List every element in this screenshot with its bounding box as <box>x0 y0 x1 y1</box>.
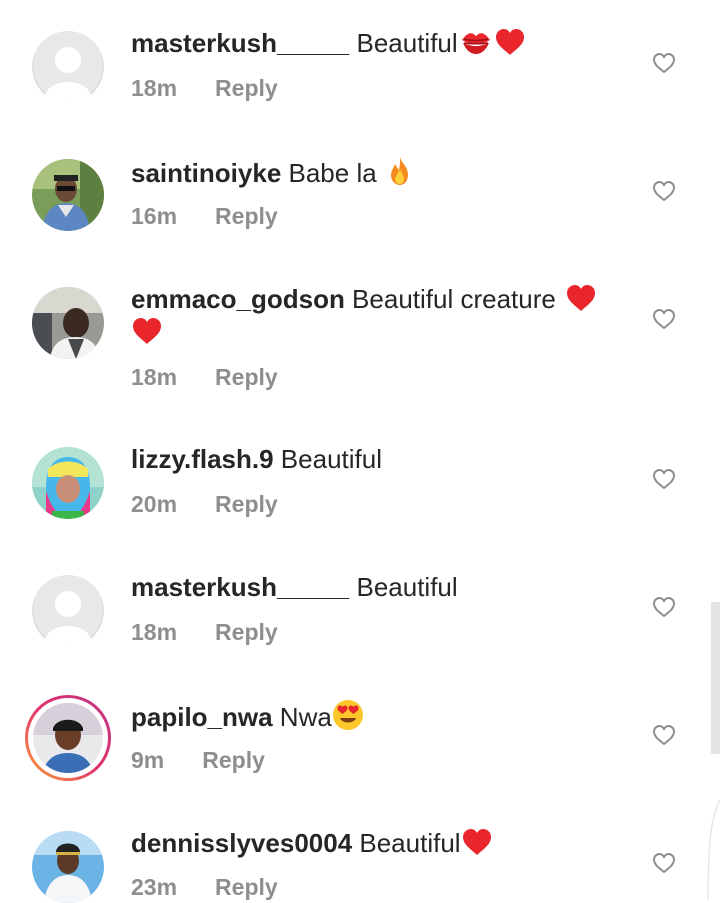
user-photo-icon <box>32 287 104 359</box>
comment-text: saintinoiyke Babe la <box>131 155 631 190</box>
reply-button[interactable]: Reply <box>215 874 278 900</box>
comment-meta: 18m Reply <box>131 619 278 646</box>
heart-outline-icon[interactable] <box>652 308 676 330</box>
avatar[interactable] <box>32 831 104 903</box>
red-heart-icon <box>495 29 524 55</box>
fire-icon <box>390 157 408 185</box>
comment-time: 18m <box>131 75 178 101</box>
comment-body: Beautiful <box>349 28 458 58</box>
avatar[interactable] <box>32 31 104 103</box>
reply-button[interactable]: Reply <box>202 747 265 773</box>
red-heart-icon <box>567 285 596 311</box>
avatar[interactable] <box>32 575 104 647</box>
kiss-mark-icon <box>461 33 490 54</box>
story-ring-avatar-icon <box>25 695 111 781</box>
comment-meta: 20m Reply <box>131 491 278 518</box>
reply-button[interactable]: Reply <box>215 75 278 101</box>
avatar[interactable] <box>32 159 104 231</box>
heart-outline-icon[interactable] <box>652 724 676 746</box>
comment-text: dennisslyves0004 Beautiful <box>131 827 631 860</box>
comment-time: 9m <box>131 747 165 773</box>
comment-meta: 23m Reply <box>131 874 278 901</box>
heart-outline-icon[interactable] <box>652 596 676 618</box>
comment-username[interactable]: masterkush_____ <box>131 572 349 602</box>
avatar-story-ring[interactable] <box>25 695 111 781</box>
heart-outline-icon[interactable] <box>652 52 676 74</box>
comment-body: Beautiful <box>273 444 382 474</box>
heart-eyes-icon <box>332 700 363 730</box>
screen-edge-curve <box>707 800 720 900</box>
user-photo-icon <box>32 831 104 903</box>
comment-body: Beautiful <box>352 828 461 858</box>
avatar[interactable] <box>32 287 104 359</box>
reply-button[interactable]: Reply <box>215 491 278 517</box>
default-avatar-icon <box>32 575 104 647</box>
comment-text: papilo_nwa Nwa <box>131 699 631 734</box>
comment-username[interactable]: lizzy.flash.9 <box>131 444 274 474</box>
comment-body: Beautiful <box>349 572 458 602</box>
comment-text: masterkush_____ Beautiful <box>131 571 631 604</box>
comment-time: 18m <box>131 364 178 390</box>
comment-username[interactable]: masterkush_____ <box>131 28 349 58</box>
comment-username[interactable]: emmaco_godson <box>131 284 345 314</box>
comment-body: Nwa <box>272 702 332 732</box>
comment-username[interactable]: papilo_nwa <box>131 702 273 732</box>
default-avatar-icon <box>32 31 104 103</box>
comment-meta: 18m Reply <box>131 364 278 391</box>
avatar[interactable] <box>32 447 104 519</box>
comment-meta: 18m Reply <box>131 75 278 102</box>
red-heart-icon <box>462 829 491 855</box>
comment-body: Babe la <box>281 158 384 188</box>
user-photo-icon <box>32 447 104 519</box>
heart-outline-icon[interactable] <box>652 468 676 490</box>
reply-button[interactable]: Reply <box>215 203 278 229</box>
comment-time: 20m <box>131 491 178 517</box>
comment-text: masterkush_____ Beautiful <box>131 27 631 60</box>
comment-text: lizzy.flash.9 Beautiful <box>131 443 631 476</box>
comment-meta: 9m Reply <box>131 747 265 774</box>
comment-time: 18m <box>131 619 178 645</box>
comment-username[interactable]: saintinoiyke <box>131 158 281 188</box>
comment-text: emmaco_godson Beautiful creature <box>131 283 631 349</box>
scrollbar[interactable] <box>711 602 720 754</box>
heart-outline-icon[interactable] <box>652 180 676 202</box>
comment-body: Beautiful creature <box>344 284 564 314</box>
comment-meta: 16m Reply <box>131 203 278 230</box>
heart-outline-icon[interactable] <box>652 852 676 874</box>
reply-button[interactable]: Reply <box>215 364 278 390</box>
comment-time: 16m <box>131 203 178 229</box>
reply-button[interactable]: Reply <box>215 619 278 645</box>
red-heart-icon <box>133 318 161 344</box>
user-photo-icon <box>32 159 104 231</box>
comment-username[interactable]: dennisslyves0004 <box>131 828 352 858</box>
comment-time: 23m <box>131 874 178 900</box>
